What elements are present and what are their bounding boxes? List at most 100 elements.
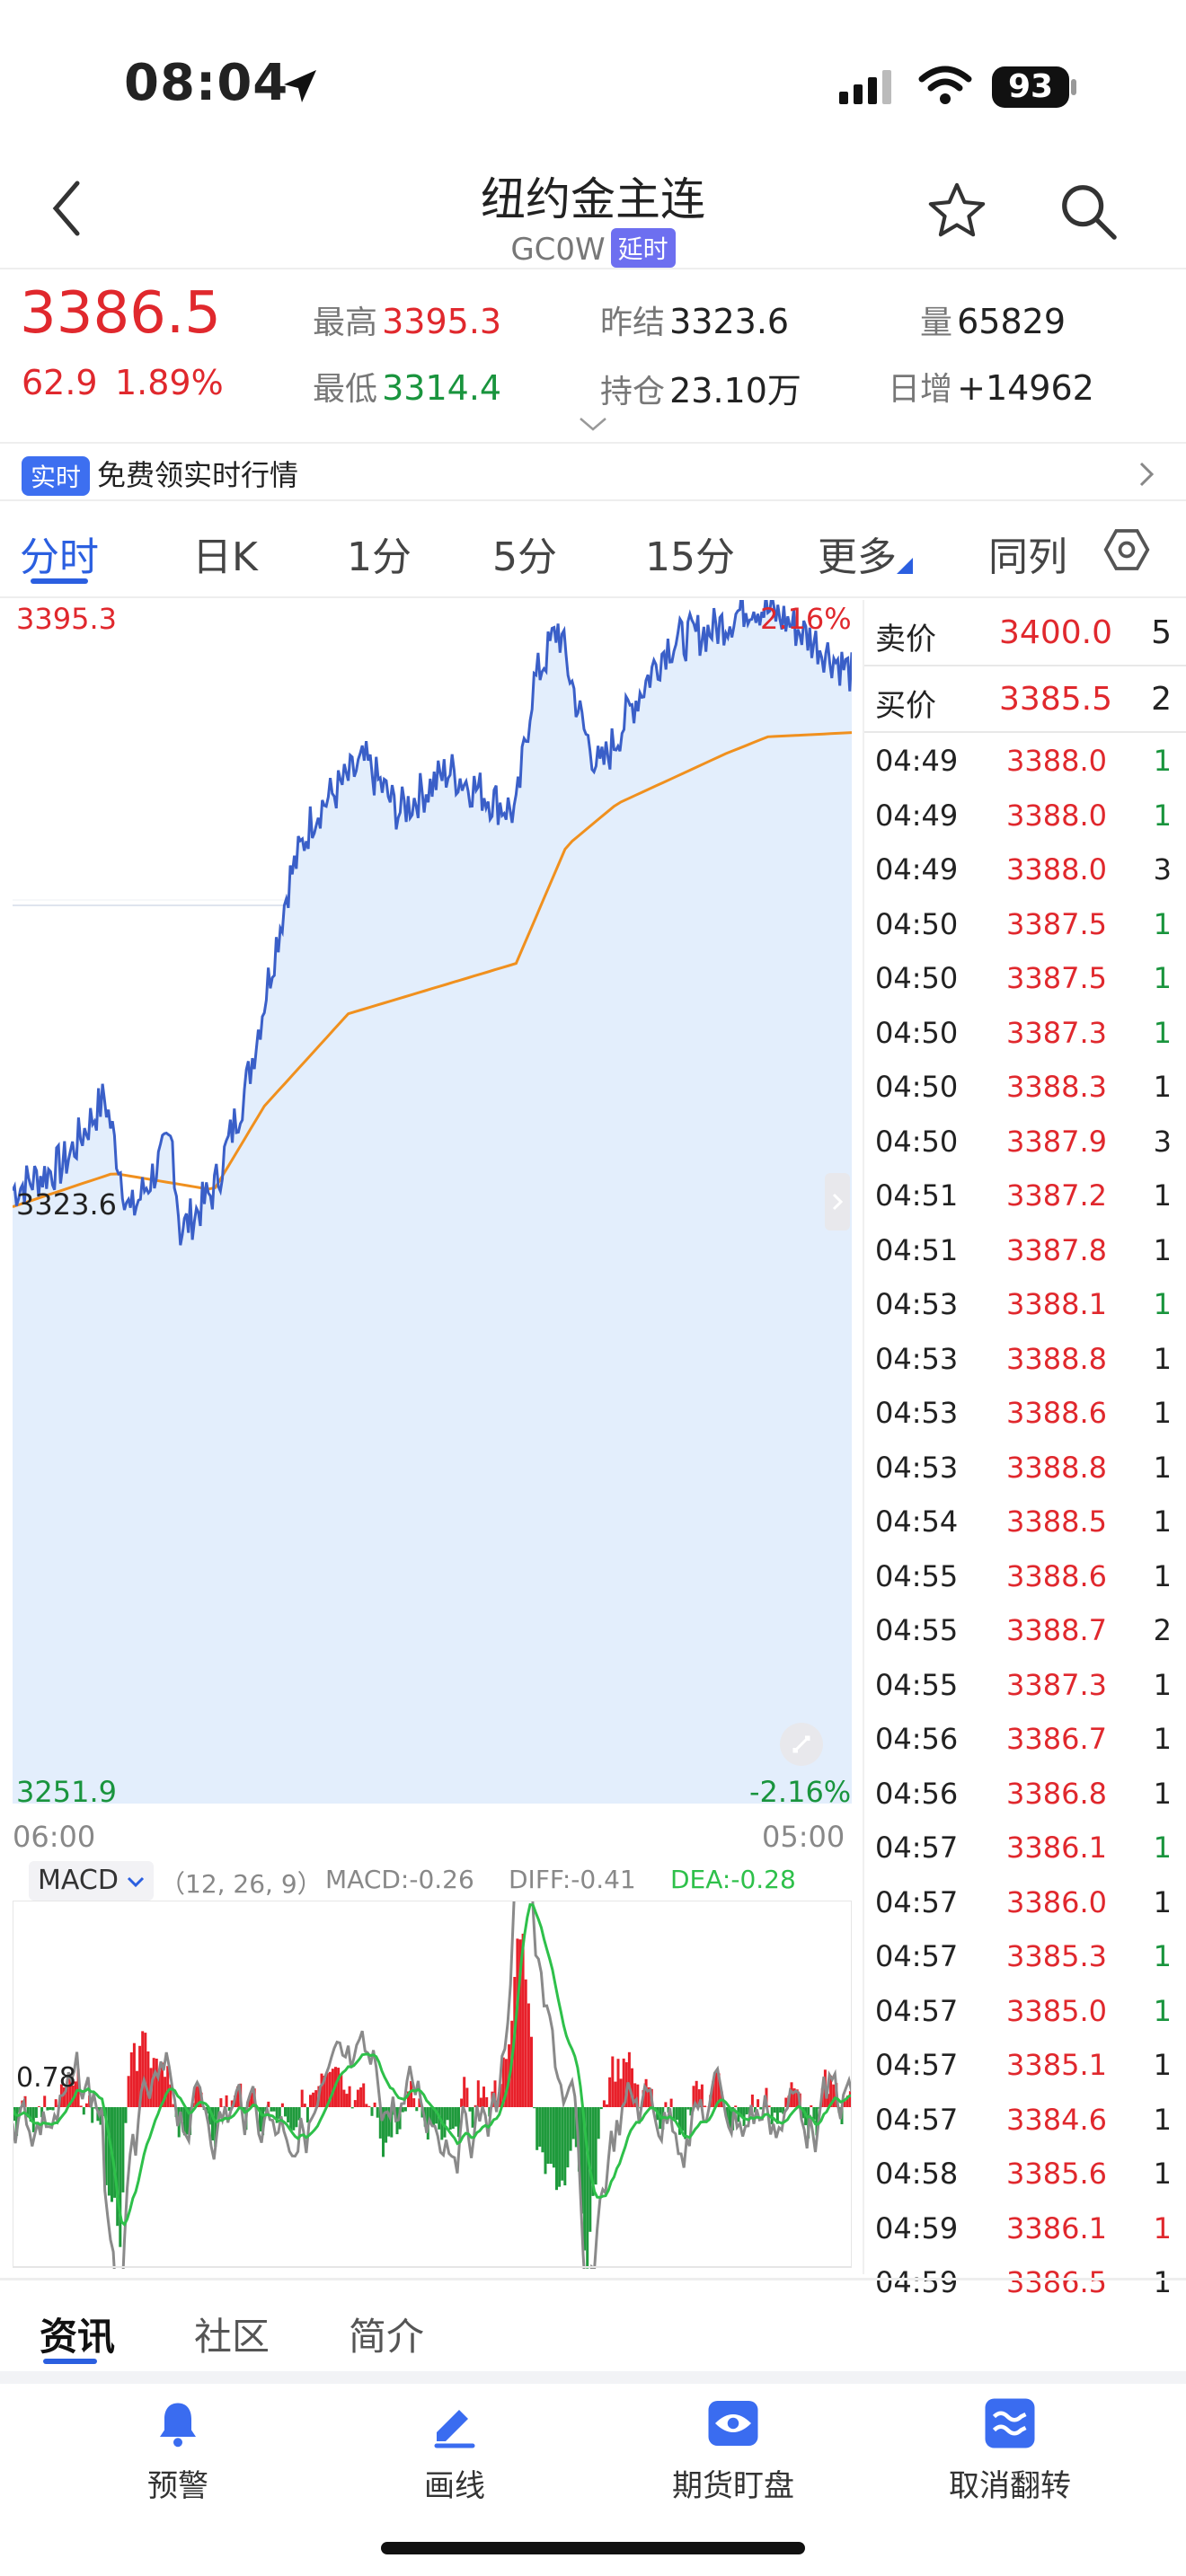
macd-bar [669, 2098, 673, 2107]
trade-price: 3387.9 [1006, 1124, 1107, 1159]
trade-volume: 3 [1153, 852, 1172, 887]
macd-bar [561, 2107, 564, 2181]
indicator-selector[interactable]: MACD [29, 1861, 155, 1901]
macd-bar [616, 2059, 620, 2107]
trade-row: 04:57 3385.1 1 [864, 2039, 1179, 2093]
trade-row: 04:53 3388.1 1 [864, 1278, 1179, 1332]
daily-increase-label: 日增 [888, 371, 953, 408]
fullscreen-icon[interactable] [778, 1721, 825, 1768]
macd-bar [356, 2089, 359, 2107]
macd-bar [403, 2107, 407, 2112]
macd-bar [468, 2107, 472, 2112]
chevron-down-icon [128, 1876, 145, 1888]
macd-bar [219, 2098, 223, 2107]
macd-bar [107, 2107, 111, 2196]
trade-volume: 1 [1153, 1450, 1172, 1485]
tab-15min[interactable]: 15分 [645, 525, 735, 582]
chart-scroll-handle[interactable] [825, 1173, 850, 1231]
macd-bar [300, 2089, 304, 2107]
trade-time: 04:53 [875, 1287, 959, 1321]
macd-bar [527, 2003, 530, 2107]
trade-time: 04:59 [875, 2265, 959, 2299]
macd-bar [675, 2107, 678, 2121]
tab-profile[interactable]: 简介 [349, 2307, 424, 2361]
nav-draw-button[interactable] [365, 2396, 544, 2454]
volume-label: 量 [920, 304, 953, 341]
macd-bar [340, 2074, 343, 2107]
ask-volume: 5 [1151, 614, 1172, 651]
trade-volume: 1 [1153, 1558, 1172, 1593]
flip-icon [985, 2398, 1035, 2448]
trade-time: 04:54 [875, 1504, 959, 1539]
daily-increase-stat: 日增 +14962 [888, 363, 1094, 410]
macd-bar [350, 2107, 354, 2109]
ask-row: 卖价 3400.0 5 [864, 605, 1179, 659]
macd-bar [305, 2107, 309, 2123]
macd-bar [627, 2051, 631, 2107]
trades-divider [864, 731, 1186, 733]
star-icon[interactable] [925, 180, 988, 243]
macd-bar [412, 2098, 416, 2107]
bid-volume: 2 [1151, 681, 1172, 718]
trade-price: 3386.0 [1006, 1884, 1107, 1919]
nav-draw-label: 画线 [424, 2468, 485, 2504]
macd-bar [225, 2095, 228, 2107]
tab-daily-k[interactable]: 日K [192, 525, 258, 582]
tab-more[interactable]: 更多 [818, 525, 913, 582]
macd-bar [287, 2107, 290, 2123]
search-icon[interactable] [1057, 180, 1120, 243]
trade-price: 3388.0 [1006, 798, 1107, 833]
tab-1min[interactable]: 1分 [347, 525, 412, 582]
trade-time: 04:55 [875, 1558, 959, 1593]
macd-bar [606, 2104, 608, 2107]
trade-price: 3388.1 [1006, 1287, 1107, 1321]
macd-bar [348, 2086, 351, 2107]
settings-hexagon-icon[interactable] [1102, 525, 1152, 575]
tab-compare[interactable]: 同列 [988, 525, 1067, 582]
tab-community[interactable]: 社区 [194, 2307, 270, 2361]
expand-chevron-icon[interactable] [579, 417, 607, 433]
trade-price: 3385.3 [1006, 1939, 1107, 1973]
nav-watch-button[interactable] [643, 2396, 823, 2454]
trade-row: 04:50 3387.5 1 [864, 898, 1179, 952]
trade-volume: 1 [1153, 1178, 1172, 1213]
trade-price: 3387.3 [1006, 1015, 1107, 1050]
macd-bar [745, 2107, 748, 2115]
macd-bar [119, 2107, 122, 2247]
nav-flip-button[interactable] [920, 2396, 1100, 2454]
trade-time: 04:50 [875, 961, 959, 995]
macd-bar [443, 2107, 447, 2138]
trade-volume: 1 [1153, 1667, 1172, 1702]
trade-time: 04:53 [875, 1396, 959, 1430]
macd-bar [38, 2106, 40, 2107]
ask-bid-divider [864, 665, 1186, 666]
trade-volume: 1 [1153, 2102, 1172, 2137]
y-min-pct-label: -2.16% [749, 1775, 852, 1809]
macd-bar [454, 2107, 457, 2127]
nav-alert-button[interactable] [88, 2396, 268, 2454]
trade-time: 04:55 [875, 1667, 959, 1702]
tab-5min[interactable]: 5分 [492, 525, 557, 582]
chevron-right-icon [832, 1193, 844, 1211]
pen-icon [434, 2410, 475, 2448]
trade-time: 04:51 [875, 1178, 959, 1213]
macd-bar [84, 2103, 88, 2107]
tab-news[interactable]: 资讯 [40, 2307, 115, 2361]
tab-more-label: 更多 [818, 534, 897, 580]
trade-row: 04:51 3387.2 1 [864, 1169, 1179, 1223]
tab-intraday[interactable]: 分时 [20, 525, 99, 582]
macd-bar [779, 2107, 783, 2113]
high-stat: 最高 3395.3 [313, 296, 501, 343]
intraday-chart[interactable] [13, 600, 852, 1804]
high-value: 3395.3 [382, 302, 502, 341]
macd-chart[interactable] [13, 1901, 852, 2269]
trade-volume: 1 [1153, 2048, 1172, 2082]
macd-bar [49, 2107, 52, 2111]
trade-price: 3388.3 [1006, 1070, 1107, 1104]
trade-row: 04:55 3388.7 2 [864, 1604, 1179, 1658]
trade-time: 04:50 [875, 1015, 959, 1050]
macd-bar [602, 2100, 606, 2107]
low-label: 最低 [313, 371, 378, 408]
macd-bar [144, 2033, 147, 2107]
trade-volume: 1 [1153, 1341, 1172, 1376]
